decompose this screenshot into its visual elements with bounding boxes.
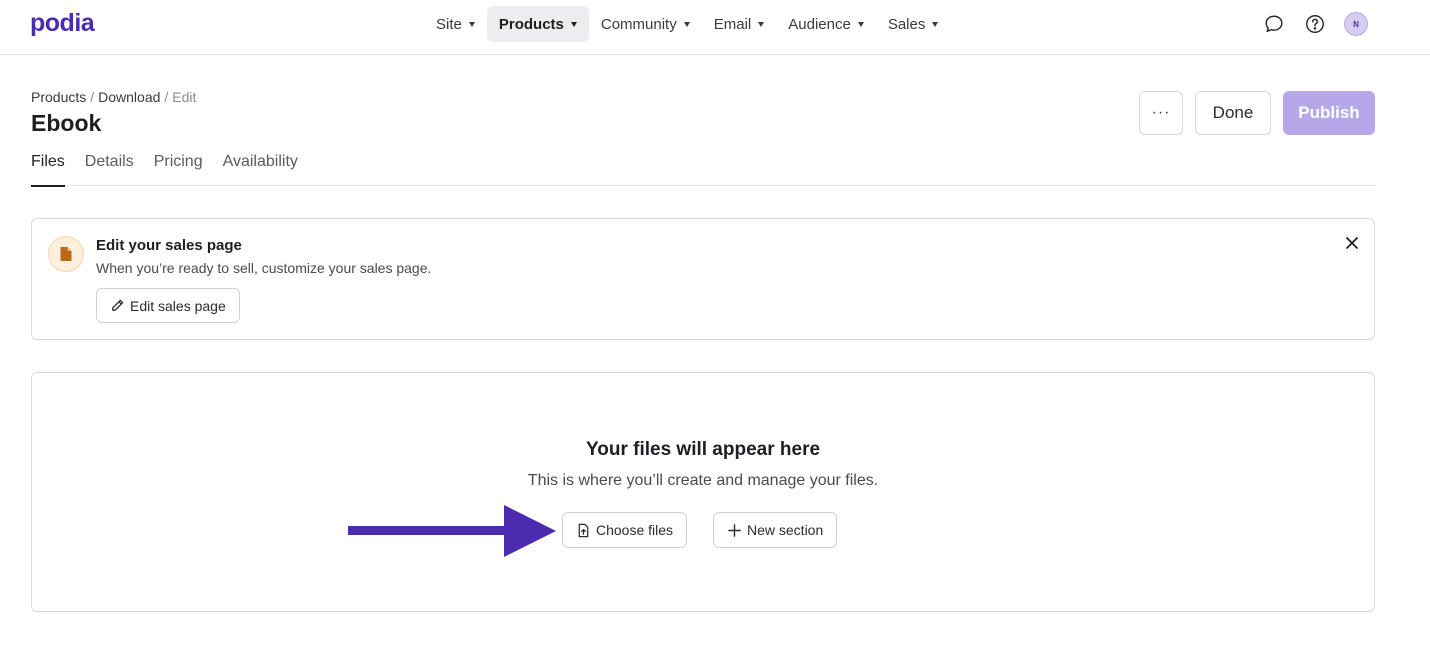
tab-availability[interactable]: Availability bbox=[223, 150, 298, 186]
nav-item-label: Products bbox=[498, 15, 564, 33]
plus-icon bbox=[728, 523, 741, 537]
breadcrumb: Products / Download / Edit bbox=[31, 89, 196, 105]
nav-item-sales[interactable]: Sales bbox=[876, 6, 951, 42]
main-nav: Site Products Community Email Audience S… bbox=[424, 6, 950, 42]
nav-item-label: Audience bbox=[788, 15, 851, 33]
more-options-button[interactable]: ··· bbox=[1139, 91, 1183, 135]
caret-down-icon bbox=[857, 21, 864, 27]
help-icon[interactable] bbox=[1303, 12, 1327, 36]
empty-state-title: Your files will appear here bbox=[585, 439, 821, 460]
edit-sales-page-label: Edit sales page bbox=[130, 297, 226, 314]
empty-state-description: This is where you’ll create and manage y… bbox=[527, 472, 879, 489]
breadcrumb-download[interactable]: Download bbox=[98, 89, 160, 105]
done-button[interactable]: Done bbox=[1195, 91, 1271, 135]
page-title: Ebook bbox=[31, 110, 102, 136]
nav-item-label: Sales bbox=[887, 15, 926, 33]
new-section-label: New section bbox=[747, 522, 824, 538]
sales-card-title: Edit your sales page bbox=[96, 237, 242, 254]
caret-down-icon bbox=[468, 21, 475, 27]
nav-item-email[interactable]: Email bbox=[702, 6, 777, 42]
caret-down-icon bbox=[758, 21, 765, 27]
new-section-button[interactable]: New section bbox=[713, 512, 838, 548]
product-tabs: Files Details Pricing Availability bbox=[31, 150, 1375, 187]
breadcrumb-current: Edit bbox=[172, 89, 197, 105]
file-upload-icon bbox=[578, 523, 589, 537]
nav-item-label: Site bbox=[436, 15, 462, 33]
nav-item-audience[interactable]: Audience bbox=[776, 6, 876, 42]
podia-logo[interactable]: podia bbox=[30, 9, 95, 38]
breadcrumb-separator: / bbox=[90, 89, 95, 105]
avatar[interactable]: N bbox=[1344, 12, 1368, 36]
caret-down-icon bbox=[570, 21, 577, 27]
caret-down-icon bbox=[932, 21, 939, 27]
pencil-icon bbox=[112, 299, 124, 311]
choose-files-label: Choose files bbox=[596, 522, 674, 538]
tab-pricing[interactable]: Pricing bbox=[154, 150, 203, 186]
nav-item-community[interactable]: Community bbox=[589, 6, 702, 42]
top-navigation-bar: podia Site Products Community Email Audi… bbox=[0, 0, 1430, 55]
close-icon[interactable] bbox=[1344, 235, 1360, 251]
tab-files[interactable]: Files bbox=[31, 150, 65, 187]
caret-down-icon bbox=[683, 21, 690, 27]
breadcrumb-separator: / bbox=[164, 89, 169, 105]
nav-item-site[interactable]: Site bbox=[424, 6, 487, 42]
publish-button[interactable]: Publish bbox=[1283, 91, 1375, 135]
nav-item-products[interactable]: Products bbox=[486, 6, 589, 42]
document-icon bbox=[48, 236, 84, 272]
sales-card-description: When you’re ready to sell, customize you… bbox=[96, 260, 432, 276]
annotation-arrow-icon bbox=[348, 505, 556, 557]
nav-item-label: Community bbox=[600, 15, 677, 33]
breadcrumb-products[interactable]: Products bbox=[31, 89, 86, 105]
chat-icon[interactable] bbox=[1262, 12, 1286, 36]
files-empty-state: Your files will appear here This is wher… bbox=[31, 372, 1375, 612]
choose-files-button[interactable]: Choose files bbox=[562, 512, 688, 548]
edit-sales-page-button[interactable]: Edit sales page bbox=[96, 288, 240, 323]
tab-details[interactable]: Details bbox=[85, 150, 134, 186]
nav-item-label: Email bbox=[713, 15, 752, 33]
header-actions: ··· Done Publish bbox=[1139, 91, 1375, 135]
sales-page-card: Edit your sales page When you’re ready t… bbox=[31, 218, 1375, 340]
top-right-icons: N bbox=[1262, 12, 1368, 36]
